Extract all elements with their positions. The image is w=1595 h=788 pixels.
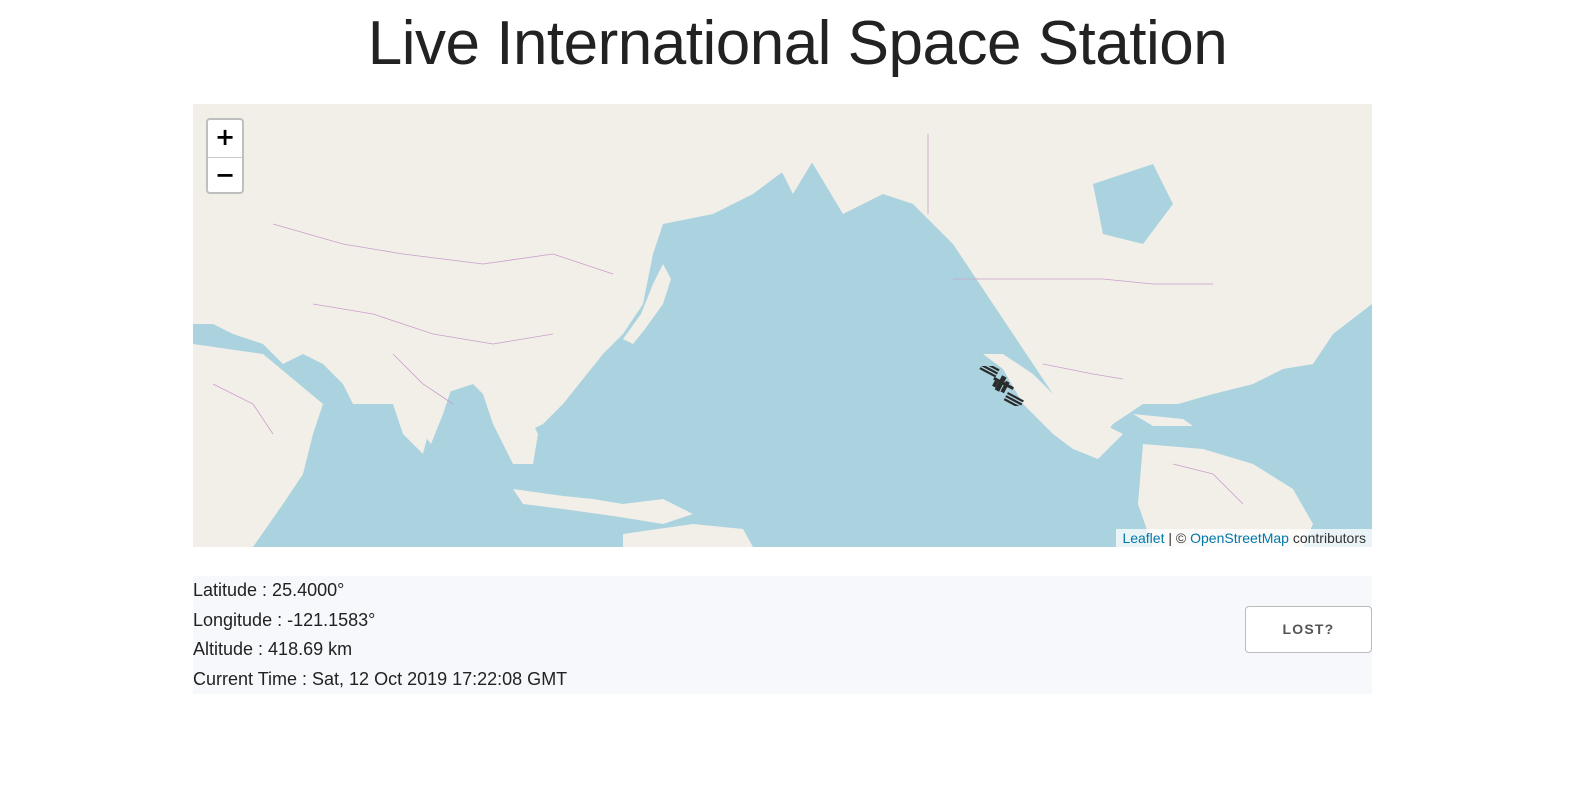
iss-icon[interactable] [971,366,1031,406]
map[interactable]: + − Leaflet | © OpenStreetMap contributo… [193,104,1372,547]
page-title: Live International Space Station [367,9,1228,78]
attribution-separator: | © [1164,530,1191,546]
zoom-in-button[interactable]: + [208,120,242,158]
latitude-text: Latitude : 25.4000° [193,580,345,600]
map-tiles [193,104,1372,547]
map-attribution: Leaflet | © OpenStreetMap contributors [1116,529,1372,547]
lost-button[interactable]: LOST? [1245,606,1372,653]
current-time-text: Current Time : Sat, 12 Oct 2019 17:22:08… [193,668,568,689]
zoom-out-button[interactable]: − [208,158,242,194]
longitude-text: Longitude : -121.1583° [193,609,376,630]
osm-link[interactable]: OpenStreetMap [1190,530,1289,546]
leaflet-link[interactable]: Leaflet [1122,530,1164,546]
info-panel: Latitude : 25.4000° Longitude : -121.158… [193,576,1372,694]
attribution-suffix: contributors [1288,530,1366,546]
altitude-text: Altitude : 418.69 km [193,639,353,659]
zoom-control: + − [206,118,244,194]
